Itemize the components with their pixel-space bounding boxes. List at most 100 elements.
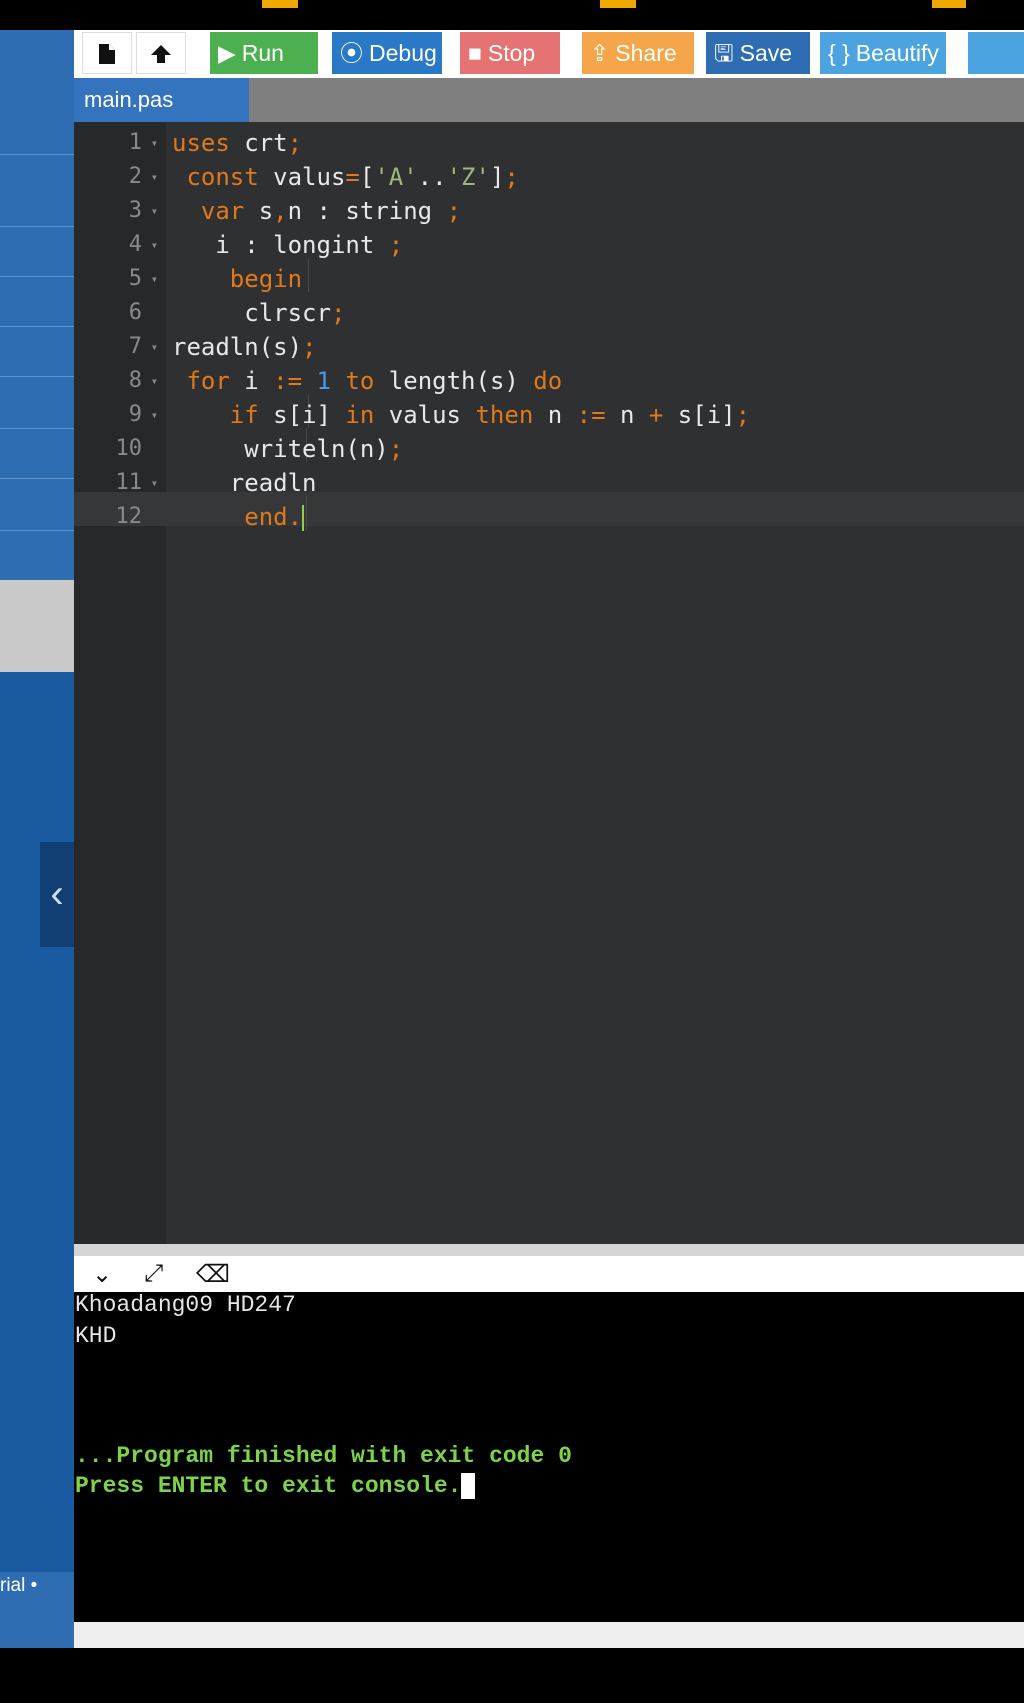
console-cursor [461,1473,476,1499]
new-file-button[interactable] [82,32,132,74]
beautify-button[interactable]: { } Beautify [820,32,946,74]
sidebar-band [0,30,74,550]
sidebar-collapse-button[interactable]: ‹ [40,842,74,947]
fold-arrow-icon[interactable]: ▾ [151,262,158,296]
line-number: 7 ▾ [74,330,166,364]
code-line-6: clrscr; [172,299,346,327]
fold-arrow-icon[interactable]: ▾ [151,126,158,160]
line-number-text: 6 [128,300,142,325]
output-console[interactable]: Khoadang09 HD247 KHD ...Program finished… [74,1292,1024,1622]
file-icon [99,44,115,64]
code-editor[interactable]: 1 ▾ 2 ▾ 3 ▾ 4 ▾ 5 ▾ 6 7 ▾ 8 ▾ 9 ▾ 10 11 ▾ 12 uses crt; const… [74,122,1024,1244]
code-line-2: const valus=['A'..'Z']; [186,163,519,191]
line-number-text: 8 [128,368,142,393]
code-line-12: end. [244,503,305,531]
line-number: 10 [74,432,166,466]
console-prompt: Press ENTER to exit console. [75,1473,462,1500]
indent-guide [306,496,307,530]
beautify-label: Beautify [855,40,939,66]
line-number: 1 ▾ [74,126,166,160]
run-button[interactable]: ▶ Run [210,32,318,74]
code-line-1: uses crt; [172,129,303,157]
bottom-strip [0,1648,1024,1703]
line-number: 5 ▾ [74,262,166,296]
stop-icon: ■ [468,40,482,66]
code-line-9: if s[i] in valus then n := n + s[i]; [229,401,751,429]
left-sidebar: ‹ rial • [0,30,74,1648]
console-output-line-1: Khoadang09 HD247 [75,1292,296,1318]
code-line-3: var s,n : string ; [200,197,462,225]
line-number-text: 12 [115,504,143,529]
toolbar: ▶ Run ⦿ Debug ■ Stop ⇪ Share 🖫 Save { } Beauti… [74,30,1024,78]
line-number-text: 4 [128,232,142,257]
console-output-line-2: KHD [75,1323,117,1349]
clear-console-icon[interactable]: ⌫ [196,1260,230,1289]
line-number-text: 5 [128,266,142,291]
share-button[interactable]: ⇪ Share [582,32,694,74]
fold-arrow-icon[interactable]: ▾ [151,330,158,364]
sidebar-divider [0,376,74,377]
stop-label: Stop [487,40,536,66]
share-icon: ⇪ [590,40,610,66]
save-button[interactable]: 🖫 Save [706,32,810,74]
braces-icon: { } [828,40,850,66]
indent-guide [308,258,309,292]
console-toolbar: ⌄ ⤢ ⌫ [74,1244,1024,1292]
sidebar-tail-label[interactable]: rial • [0,1575,37,1597]
share-label: Share [615,40,677,66]
debug-icon: ⦿ [340,40,363,66]
line-number-text: 7 [128,334,142,359]
code-line-7: readln(s); [172,333,317,361]
download-button[interactable] [968,32,1024,74]
line-number-text: 2 [128,164,142,189]
line-number-text: 1 [128,130,142,155]
line-number: 11 ▾ [74,466,166,500]
text-cursor [302,505,305,531]
top-mark-3 [932,0,966,8]
console-footer [74,1622,1024,1648]
code-line-5: begin [229,265,303,293]
code-line-4: i : longint ; [172,231,404,259]
fold-arrow-icon[interactable]: ▾ [151,364,158,398]
line-number: 8 ▾ [74,364,166,398]
line-number: 6 [74,296,166,330]
sidebar-divider [0,428,74,429]
upload-icon [151,45,171,63]
fold-arrow-icon[interactable]: ▾ [151,466,158,500]
sidebar-gray-panel [0,580,74,672]
top-mark-1 [262,0,298,8]
line-number-text: 3 [128,198,142,223]
debug-label: Debug [369,40,437,66]
file-tabs: main.pas [74,78,1024,122]
console-prompt-line: Press ENTER to exit console. [75,1473,476,1500]
top-mark-2 [600,0,636,8]
fold-arrow-icon[interactable]: ▾ [151,228,158,262]
line-number: 12 [74,500,166,534]
stop-button[interactable]: ■ Stop [460,32,560,74]
line-number: 4 ▾ [74,228,166,262]
console-toolbar-inner: ⌄ ⤢ ⌫ [74,1256,1024,1292]
run-label: Run [241,40,284,66]
tab-main-pas[interactable]: main.pas [74,78,249,122]
console-finished-message: ...Program finished with exit code 0 [75,1443,572,1469]
fold-arrow-icon[interactable]: ▾ [151,194,158,228]
debug-button[interactable]: ⦿ Debug [332,32,442,74]
save-icon: 🖫 [714,40,734,66]
sidebar-divider [0,478,74,479]
line-number-text: 9 [128,402,142,427]
line-number-text: 11 [115,470,143,495]
play-icon: ▶ [218,40,236,66]
sidebar-lower-band [0,672,74,1572]
chevron-down-icon[interactable]: ⌄ [92,1260,112,1289]
save-label: Save [739,40,793,66]
upload-button[interactable] [136,32,186,74]
sidebar-divider [0,530,74,531]
expand-icon[interactable]: ⤢ [144,1260,163,1288]
fold-arrow-icon[interactable]: ▾ [151,160,158,194]
sidebar-divider [0,154,74,155]
sidebar-divider [0,276,74,277]
line-number: 2 ▾ [74,160,166,194]
top-strip [0,0,1024,30]
fold-arrow-icon[interactable]: ▾ [151,398,158,432]
line-number-text: 10 [115,436,143,461]
